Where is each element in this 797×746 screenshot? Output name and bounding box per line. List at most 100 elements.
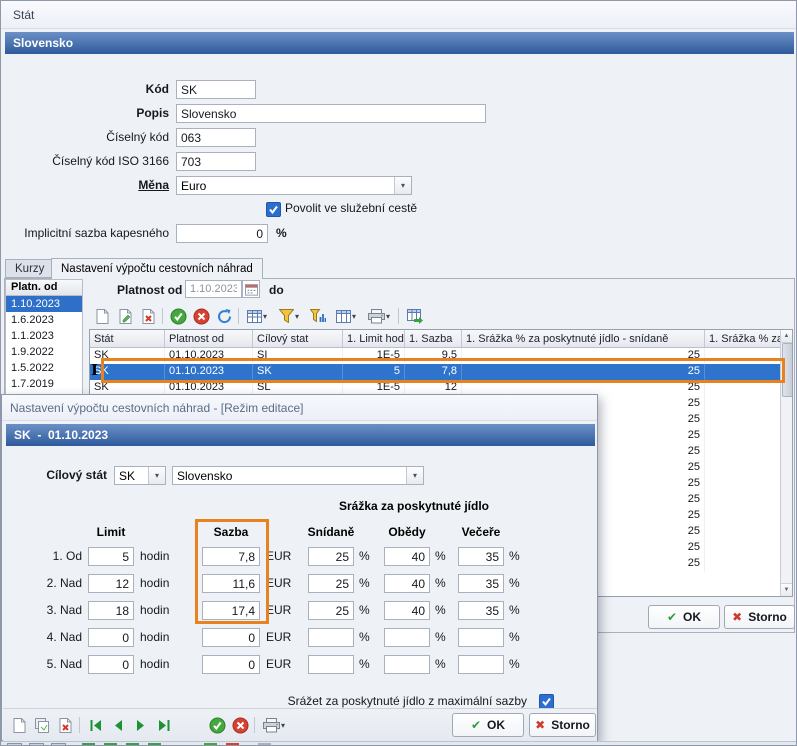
- scroll-up-icon[interactable]: ▲: [781, 330, 792, 343]
- list-item[interactable]: 1.5.2022: [6, 360, 82, 376]
- accept-button[interactable]: [206, 714, 228, 736]
- column-header-stat[interactable]: Stát: [90, 330, 165, 348]
- column-header-platnost[interactable]: Platnost od: [165, 330, 253, 348]
- vecere-input[interactable]: [458, 547, 504, 566]
- vertical-scrollbar[interactable]: ▲ ▼: [780, 330, 792, 596]
- columns-button[interactable]: ▾: [332, 305, 360, 327]
- stat-window: Stát Slovensko Kód Popis Číselný kód Čís…: [0, 0, 797, 746]
- cilovy-stat-code-combobox[interactable]: SK ▾: [114, 466, 166, 485]
- snidane-input[interactable]: [308, 547, 354, 566]
- platnost-od-label: Platnost od: [117, 283, 182, 298]
- table-row-selected[interactable]: SK 01.10.2023 SK 5 7,8 25: [90, 364, 792, 380]
- ciselny-kod-input[interactable]: [176, 128, 256, 147]
- tab-kurzy[interactable]: Kurzy: [5, 259, 54, 278]
- popis-label: Popis: [1, 104, 169, 123]
- chevron-down-icon[interactable]: ▾: [148, 467, 165, 484]
- scroll-down-icon[interactable]: ▼: [781, 583, 792, 596]
- print-icon: [368, 309, 385, 324]
- storno-button[interactable]: ✖ Storno: [724, 605, 795, 629]
- refresh-button[interactable]: [213, 305, 235, 327]
- previous-record-button[interactable]: [107, 714, 129, 736]
- kapesne-input[interactable]: [176, 224, 268, 243]
- limit-input[interactable]: [88, 547, 134, 566]
- sazba-input[interactable]: [202, 655, 260, 674]
- filter-graph-button[interactable]: [307, 305, 329, 327]
- column-header-sazba[interactable]: 1. Sazba: [405, 330, 462, 348]
- srazet-checkbox[interactable]: [539, 694, 554, 709]
- platnost-od-input[interactable]: [185, 280, 242, 298]
- dialog-storno-button[interactable]: ✖ Storno: [529, 713, 596, 737]
- ok-button[interactable]: ✔ OK: [648, 605, 720, 629]
- obedy-input[interactable]: [384, 601, 430, 620]
- dialog-ok-button[interactable]: ✔ OK: [452, 713, 524, 737]
- toolbar-separator: [254, 717, 255, 733]
- background-toolbar-clipped: [1, 741, 797, 746]
- scrollbar-thumb[interactable]: [782, 343, 793, 397]
- list-item[interactable]: 1.1.2023: [6, 328, 82, 344]
- view-button[interactable]: ▾: [243, 305, 271, 327]
- povolit-checkbox[interactable]: [266, 202, 281, 217]
- sazba-input[interactable]: [202, 547, 260, 566]
- mena-label[interactable]: Měna: [1, 176, 169, 195]
- calendar-button[interactable]: [242, 280, 260, 298]
- obedy-input[interactable]: [384, 547, 430, 566]
- tab-nastaveni-nahrad[interactable]: Nastavení výpočtu cestovních náhrad: [51, 258, 263, 279]
- vecere-input[interactable]: [458, 628, 504, 647]
- obedy-input[interactable]: [384, 574, 430, 593]
- list-item[interactable]: 1.7.2019: [6, 376, 82, 392]
- tab-nahrady-label: Nastavení výpočtu cestovních náhrad: [61, 263, 253, 275]
- obedy-input[interactable]: [384, 628, 430, 647]
- first-record-button[interactable]: [84, 714, 106, 736]
- edit-dialog: Nastavení výpočtu cestovních náhrad - [R…: [1, 394, 598, 741]
- chevron-down-icon[interactable]: ▾: [394, 177, 411, 194]
- chevron-down-icon[interactable]: ▾: [406, 467, 423, 484]
- check-icon: ✔: [471, 718, 481, 732]
- vecere-input[interactable]: [458, 574, 504, 593]
- table-row[interactable]: SK 01.10.2023 SI 1E-5 9,5 25: [90, 348, 792, 364]
- export-table-button[interactable]: [403, 305, 427, 327]
- column-header-srazka-snidane[interactable]: 1. Srážka % za poskytnuté jídlo - snídan…: [462, 330, 705, 348]
- kod-input[interactable]: [176, 80, 256, 99]
- cancel-button[interactable]: [229, 714, 251, 736]
- new-record-button[interactable]: [8, 714, 30, 736]
- new-record-button[interactable]: [91, 305, 113, 327]
- accept-button[interactable]: [167, 305, 189, 327]
- column-header-srazka-next[interactable]: 1. Srážka % za pos: [705, 330, 782, 348]
- toolbar-separator: [162, 308, 163, 324]
- column-header-cilovy[interactable]: Cílový stat: [253, 330, 343, 348]
- print-button[interactable]: ▾: [259, 714, 289, 736]
- next-record-button[interactable]: [130, 714, 152, 736]
- vecere-input[interactable]: [458, 655, 504, 674]
- limit-input[interactable]: [88, 655, 134, 674]
- last-record-button[interactable]: [153, 714, 175, 736]
- sazba-input[interactable]: [202, 601, 260, 620]
- snidane-input[interactable]: [308, 655, 354, 674]
- popis-input[interactable]: [176, 104, 486, 123]
- delete-record-button[interactable]: [54, 714, 76, 736]
- list-item[interactable]: 1.9.2022: [6, 344, 82, 360]
- sazba-input[interactable]: [202, 574, 260, 593]
- list-item[interactable]: 1.6.2023: [6, 312, 82, 328]
- hodin-label: hodin: [140, 547, 169, 566]
- snidane-input[interactable]: [308, 628, 354, 647]
- edit-record-button[interactable]: [114, 305, 136, 327]
- list-item[interactable]: 1.10.2023: [6, 296, 82, 312]
- snidane-input[interactable]: [308, 601, 354, 620]
- limit-input[interactable]: [88, 628, 134, 647]
- obedy-input[interactable]: [384, 655, 430, 674]
- column-header-limit[interactable]: 1. Limit hodin: [343, 330, 405, 348]
- cancel-button[interactable]: [190, 305, 212, 327]
- mena-combobox[interactable]: Euro ▾: [176, 176, 412, 195]
- vecere-input[interactable]: [458, 601, 504, 620]
- copy-record-button[interactable]: [31, 714, 53, 736]
- limit-input[interactable]: [88, 574, 134, 593]
- delete-record-button[interactable]: [137, 305, 159, 327]
- datelist-header[interactable]: Platn. od: [5, 279, 83, 296]
- snidane-input[interactable]: [308, 574, 354, 593]
- print-button[interactable]: ▾: [364, 305, 394, 327]
- filter-button[interactable]: ▾: [275, 305, 303, 327]
- limit-input[interactable]: [88, 601, 134, 620]
- iso-kod-input[interactable]: [176, 152, 256, 171]
- sazba-input[interactable]: [202, 628, 260, 647]
- cilovy-stat-name-combobox[interactable]: Slovensko ▾: [172, 466, 424, 485]
